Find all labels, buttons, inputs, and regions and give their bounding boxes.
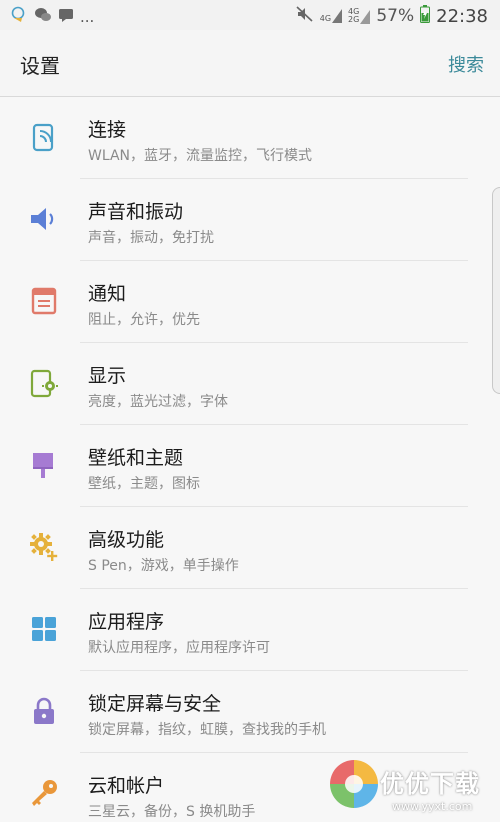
settings-item-title: 连接: [88, 119, 127, 141]
settings-item-connections[interactable]: 连接 WLAN，蓝牙，流量监控，飞行模式: [0, 97, 500, 179]
settings-item-subtitle: 锁定屏幕，指纹，虹膜，查找我的手机: [88, 722, 326, 738]
chat-bubble-icon: [10, 6, 28, 28]
settings-item-lock-security[interactable]: 锁定屏幕与安全 锁定屏幕，指纹，虹膜，查找我的手机: [0, 671, 500, 753]
signal-1: 4G: [320, 9, 343, 23]
settings-item-title: 高级功能: [88, 529, 165, 551]
watermark-text: 优优下载: [380, 770, 480, 798]
settings-item-title: 声音和振动: [88, 201, 184, 223]
settings-item-advanced[interactable]: 高级功能 S Pen，游戏，单手操作: [0, 507, 500, 589]
lock-icon: [28, 695, 60, 727]
apps-grid-icon: [28, 613, 60, 645]
settings-item-display[interactable]: 显示 亮度，蓝光过滤，字体: [0, 343, 500, 425]
settings-item-apps[interactable]: 应用程序 默认应用程序，应用程序许可: [0, 589, 500, 671]
settings-item-subtitle: 声音，振动，免打扰: [88, 230, 214, 246]
settings-item-subtitle: 阻止，允许，优先: [88, 312, 200, 328]
connections-icon: [28, 121, 60, 153]
message-icon: [58, 7, 74, 27]
wechat-icon: [34, 7, 52, 27]
settings-item-title: 锁定屏幕与安全: [88, 693, 222, 715]
mute-icon: [296, 6, 314, 26]
settings-item-title: 云和帐户: [88, 775, 165, 797]
watermark-logo-icon: [330, 760, 378, 808]
settings-item-subtitle: WLAN，蓝牙，流量监控，飞行模式: [88, 148, 313, 164]
wallpaper-icon: [28, 449, 60, 481]
advanced-gear-icon: [28, 531, 60, 563]
notification-icon: [28, 285, 60, 317]
app-bar: 设置 搜索: [0, 30, 500, 97]
settings-item-subtitle: 三星云，备份，S 换机助手: [88, 804, 256, 820]
signal-bars-icon: [332, 9, 343, 23]
settings-item-title: 应用程序: [88, 611, 165, 633]
more-notifications: ...: [80, 8, 95, 26]
settings-item-subtitle: 默认应用程序，应用程序许可: [88, 640, 270, 656]
clock: 22:38: [436, 5, 488, 27]
speaker-icon: [28, 203, 60, 235]
settings-item-subtitle: 亮度，蓝光过滤，字体: [88, 394, 228, 410]
settings-item-sound[interactable]: 声音和振动 声音，振动，免打扰: [0, 179, 500, 261]
watermark: 优优下载 www.yyxt.com: [328, 752, 500, 822]
display-icon: [28, 367, 60, 399]
page-title: 设置: [20, 54, 60, 78]
battery-charging-icon: [420, 5, 431, 27]
settings-item-title: 显示: [88, 365, 127, 387]
settings-item-subtitle: S Pen，游戏，单手操作: [88, 558, 239, 574]
battery-percent: 57%: [376, 6, 415, 26]
key-icon: [28, 777, 60, 809]
signal-bars-icon: [360, 10, 371, 24]
status-bar: ... 4G 4G 2G 57% 22:38: [0, 0, 500, 30]
scrollbar[interactable]: [492, 187, 500, 394]
settings-list[interactable]: 连接 WLAN，蓝牙，流量监控，飞行模式 声音和振动 声音，振动，免打扰 通知 …: [0, 97, 500, 822]
settings-item-title: 壁纸和主题: [88, 447, 184, 469]
settings-item-notifications[interactable]: 通知 阻止，允许，优先: [0, 261, 500, 343]
watermark-url: www.yyxt.com: [392, 800, 473, 813]
signal-2: 4G 2G: [348, 8, 371, 24]
settings-item-wallpaper[interactable]: 壁纸和主题 壁纸，主题，图标: [0, 425, 500, 507]
settings-item-subtitle: 壁纸，主题，图标: [88, 476, 200, 492]
search-button[interactable]: 搜索: [448, 51, 484, 77]
settings-item-title: 通知: [88, 283, 127, 305]
